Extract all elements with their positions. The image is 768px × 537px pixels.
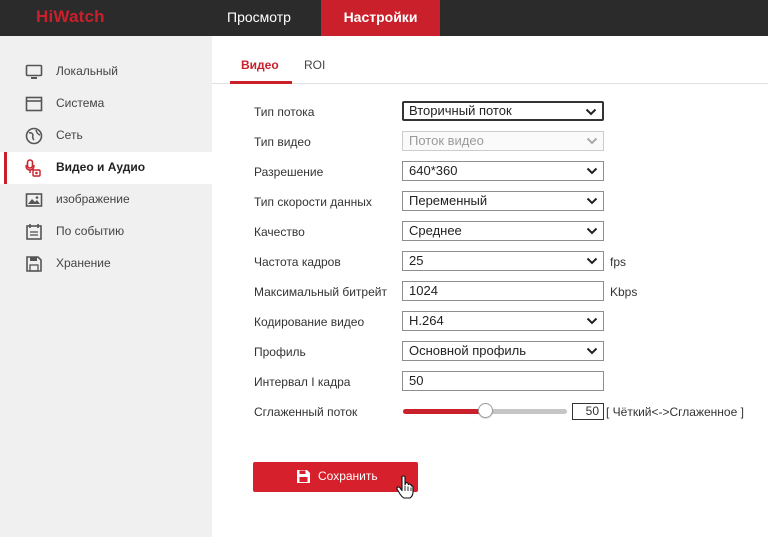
sidebar-item-local[interactable]: Локальный — [0, 56, 212, 88]
floppy-disk-icon — [297, 470, 310, 483]
system-window-icon — [25, 96, 43, 112]
sidebar-item-label: изображение — [56, 192, 130, 206]
chevron-down-icon — [586, 137, 598, 145]
save-button[interactable]: Сохранить — [253, 462, 418, 492]
max-bitrate-unit: Kbps — [610, 285, 638, 299]
tab-settings[interactable]: Настройки — [321, 0, 440, 36]
profile-label: Профиль — [254, 345, 306, 359]
profile-select[interactable]: Основной профиль — [402, 341, 604, 361]
encoding-select[interactable]: H.264 — [402, 311, 604, 331]
sidebar-item-image[interactable]: изображение — [0, 184, 212, 216]
resolution-select[interactable]: 640*360 — [402, 161, 604, 181]
bitrate-type-select[interactable]: Переменный — [402, 191, 604, 211]
stream-type-select[interactable]: Вторичный поток — [402, 101, 604, 121]
globe-icon — [25, 127, 43, 145]
video-type-value: Поток видео — [409, 133, 484, 148]
save-button-label: Сохранить — [318, 469, 378, 483]
bitrate-type-label: Тип скорости данных — [254, 195, 372, 209]
chevron-down-icon — [586, 167, 598, 175]
resolution-value: 640*360 — [409, 163, 458, 178]
chevron-down-icon — [586, 257, 598, 265]
sidebar-item-label: Видео и Аудио — [56, 160, 146, 174]
i-frame-input[interactable]: 50 — [402, 371, 604, 391]
chevron-down-icon — [586, 227, 598, 235]
tab-view[interactable]: Просмотр — [212, 0, 306, 36]
calendar-icon — [26, 224, 42, 240]
frame-rate-select[interactable]: 25 — [402, 251, 604, 271]
sidebar-item-label: Система — [56, 96, 105, 110]
max-bitrate-label: Максимальный битрейт — [254, 285, 387, 299]
floppy-disk-icon — [26, 256, 42, 272]
smoothing-value-input[interactable]: 50 — [572, 403, 604, 420]
sidebar-item-event[interactable]: По событию — [0, 216, 212, 248]
resolution-label: Разрешение — [254, 165, 324, 179]
smoothing-label: Сглаженный поток — [254, 405, 358, 419]
max-bitrate-input[interactable]: 1024 — [402, 281, 604, 301]
sub-tabs: Видео ROI — [212, 36, 768, 84]
sidebar-item-label: Сеть — [56, 128, 83, 142]
quality-value: Среднее — [409, 223, 462, 238]
chevron-down-icon — [585, 108, 597, 116]
sidebar-item-video-audio[interactable]: Видео и Аудио — [0, 152, 212, 184]
quality-label: Качество — [254, 225, 305, 239]
monitor-icon — [25, 64, 43, 79]
smoothing-slider-handle[interactable] — [477, 403, 493, 418]
sidebar-item-storage[interactable]: Хранение — [0, 248, 212, 280]
stream-type-label: Тип потока — [254, 105, 315, 119]
video-type-select: Поток видео — [402, 131, 604, 151]
sidebar: Локальный Система Сеть Видео и Аудио изо… — [0, 36, 212, 537]
hiwatch-logo: HiWatch — [36, 7, 105, 26]
tab-video[interactable]: Видео — [241, 58, 279, 72]
encoding-label: Кодирование видео — [254, 315, 365, 329]
chevron-down-icon — [586, 317, 598, 325]
sidebar-item-system[interactable]: Система — [0, 88, 212, 120]
smoothing-range-hint: [ Чёткий<->Сглаженное ] — [606, 405, 744, 419]
frame-rate-unit: fps — [610, 255, 627, 269]
chevron-down-icon — [586, 347, 598, 355]
quality-select[interactable]: Среднее — [402, 221, 604, 241]
microphone-camera-icon — [25, 159, 41, 177]
frame-rate-value: 25 — [409, 253, 424, 268]
sidebar-item-network[interactable]: Сеть — [0, 120, 212, 152]
tab-roi[interactable]: ROI — [304, 58, 325, 72]
hand-pointer-icon — [396, 475, 414, 499]
bitrate-type-value: Переменный — [409, 193, 488, 208]
encoding-value: H.264 — [409, 313, 444, 328]
smoothing-slider-fill — [403, 409, 485, 414]
max-bitrate-value: 1024 — [409, 283, 438, 298]
active-tab-indicator — [230, 81, 292, 84]
chevron-down-icon — [586, 197, 598, 205]
i-frame-value: 50 — [409, 373, 424, 388]
sidebar-item-label: По событию — [56, 224, 125, 238]
frame-rate-label: Частота кадров — [254, 255, 341, 269]
sidebar-item-label: Локальный — [56, 64, 118, 78]
image-icon — [25, 193, 43, 207]
stream-type-value: Вторичный поток — [409, 103, 512, 118]
i-frame-label: Интервал I кадра — [254, 375, 351, 389]
sidebar-item-label: Хранение — [56, 256, 111, 270]
top-bar: HiWatch Просмотр Настройки — [0, 0, 768, 36]
profile-value: Основной профиль — [409, 343, 527, 358]
video-type-label: Тип видео — [254, 135, 311, 149]
